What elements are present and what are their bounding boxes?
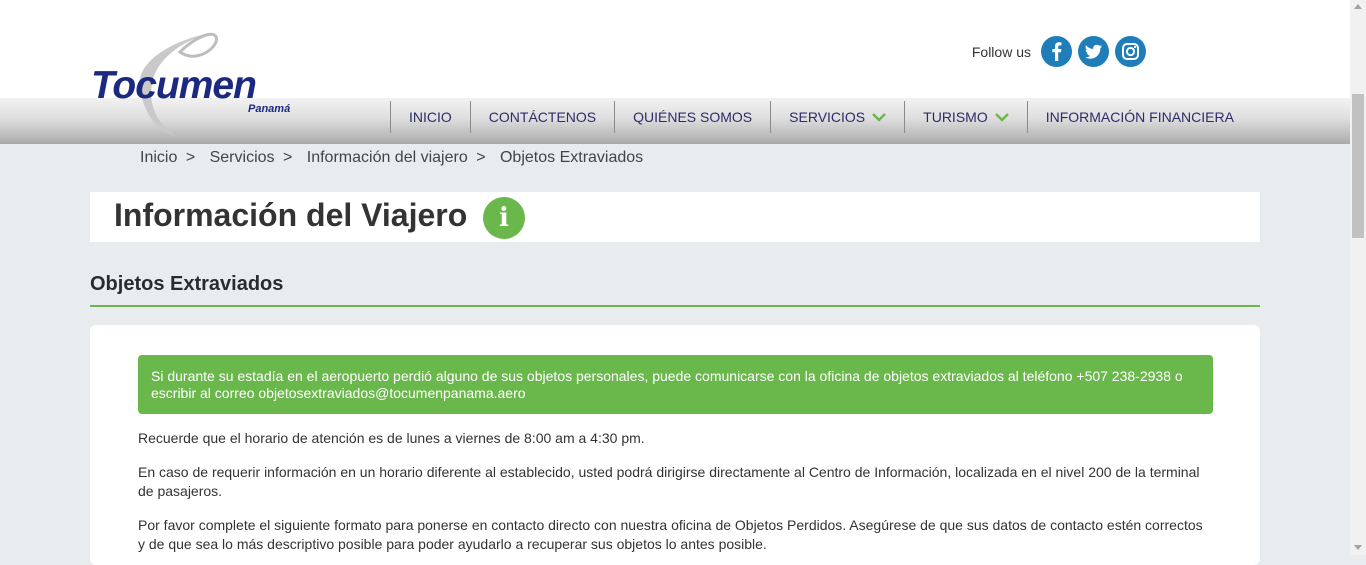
breadcrumb: Inicio > Servicios > Información del via… [140,149,643,167]
social-links: Follow us [972,36,1146,67]
breadcrumb-separator: > [185,149,196,166]
office-hours-text: Recuerde que el horario de atención es d… [138,430,645,446]
scroll-up-icon[interactable] [1354,4,1362,9]
nav-item-quienes-somos[interactable]: QUIÉNES SOMOS [614,101,770,133]
follow-label: Follow us [971,43,1031,60]
breadcrumb-item-current: Objetos Extraviados [499,149,644,166]
scrollbar-track[interactable] [1350,0,1366,555]
page-title-bar: Información del Viajero i [90,192,1260,242]
nav-item-label: SERVICIOS [789,109,866,125]
facebook-icon[interactable] [1041,36,1072,67]
nav-item-label: INFORMACIÓN FINANCIERA [1045,109,1234,125]
nav-item-label: CONTÁCTENOS [488,109,597,125]
section-divider [90,305,1260,307]
twitter-icon[interactable] [1078,36,1109,67]
info-icon: i [483,197,525,239]
nav-item-label: INICIO [409,109,452,125]
nav-item-informacion-financiera[interactable]: INFORMACIÓN FINANCIERA [1026,101,1252,133]
breadcrumb-item-inicio[interactable]: Inicio [140,149,177,166]
tocumen-logo[interactable]: Tocumen Panamá [88,28,318,140]
lost-items-alert: Si durante su estadía en el aeropuerto p… [138,355,1213,414]
breadcrumb-separator: > [282,149,293,166]
main-navigation: INICIO CONTÁCTENOS QUIÉNES SOMOS SERVICI… [390,98,1252,144]
nav-item-label: QUIÉNES SOMOS [633,109,753,125]
scroll-down-icon[interactable] [1354,545,1362,550]
information-center-text: En caso de requerir información en un ho… [138,464,1200,499]
breadcrumb-item-informacion-viajero[interactable]: Información del viajero [307,149,468,166]
nav-item-turismo[interactable]: TURISMO [904,101,1027,133]
form-instructions-text: Por favor complete el siguiente formato … [138,517,1203,552]
nav-item-label: TURISMO [923,109,988,125]
chevron-down-icon [994,112,1009,122]
logo-wordmark: Tocumen [91,64,257,107]
nav-item-inicio[interactable]: INICIO [390,101,470,133]
breadcrumb-item-servicios[interactable]: Servicios [210,149,275,166]
chevron-down-icon [872,112,887,122]
logo-subtitle: Panamá [248,103,291,115]
instagram-icon[interactable] [1115,36,1146,67]
section-title: Objetos Extraviados [90,273,284,295]
nav-item-servicios[interactable]: SERVICIOS [770,101,904,133]
breadcrumb-separator: > [476,149,486,166]
nav-item-contactenos[interactable]: CONTÁCTENOS [469,101,614,133]
page-title: Información del Viajero [114,197,468,233]
content-card: Si durante su estadía en el aeropuerto p… [90,325,1260,565]
scrollbar-thumb[interactable] [1352,94,1364,238]
